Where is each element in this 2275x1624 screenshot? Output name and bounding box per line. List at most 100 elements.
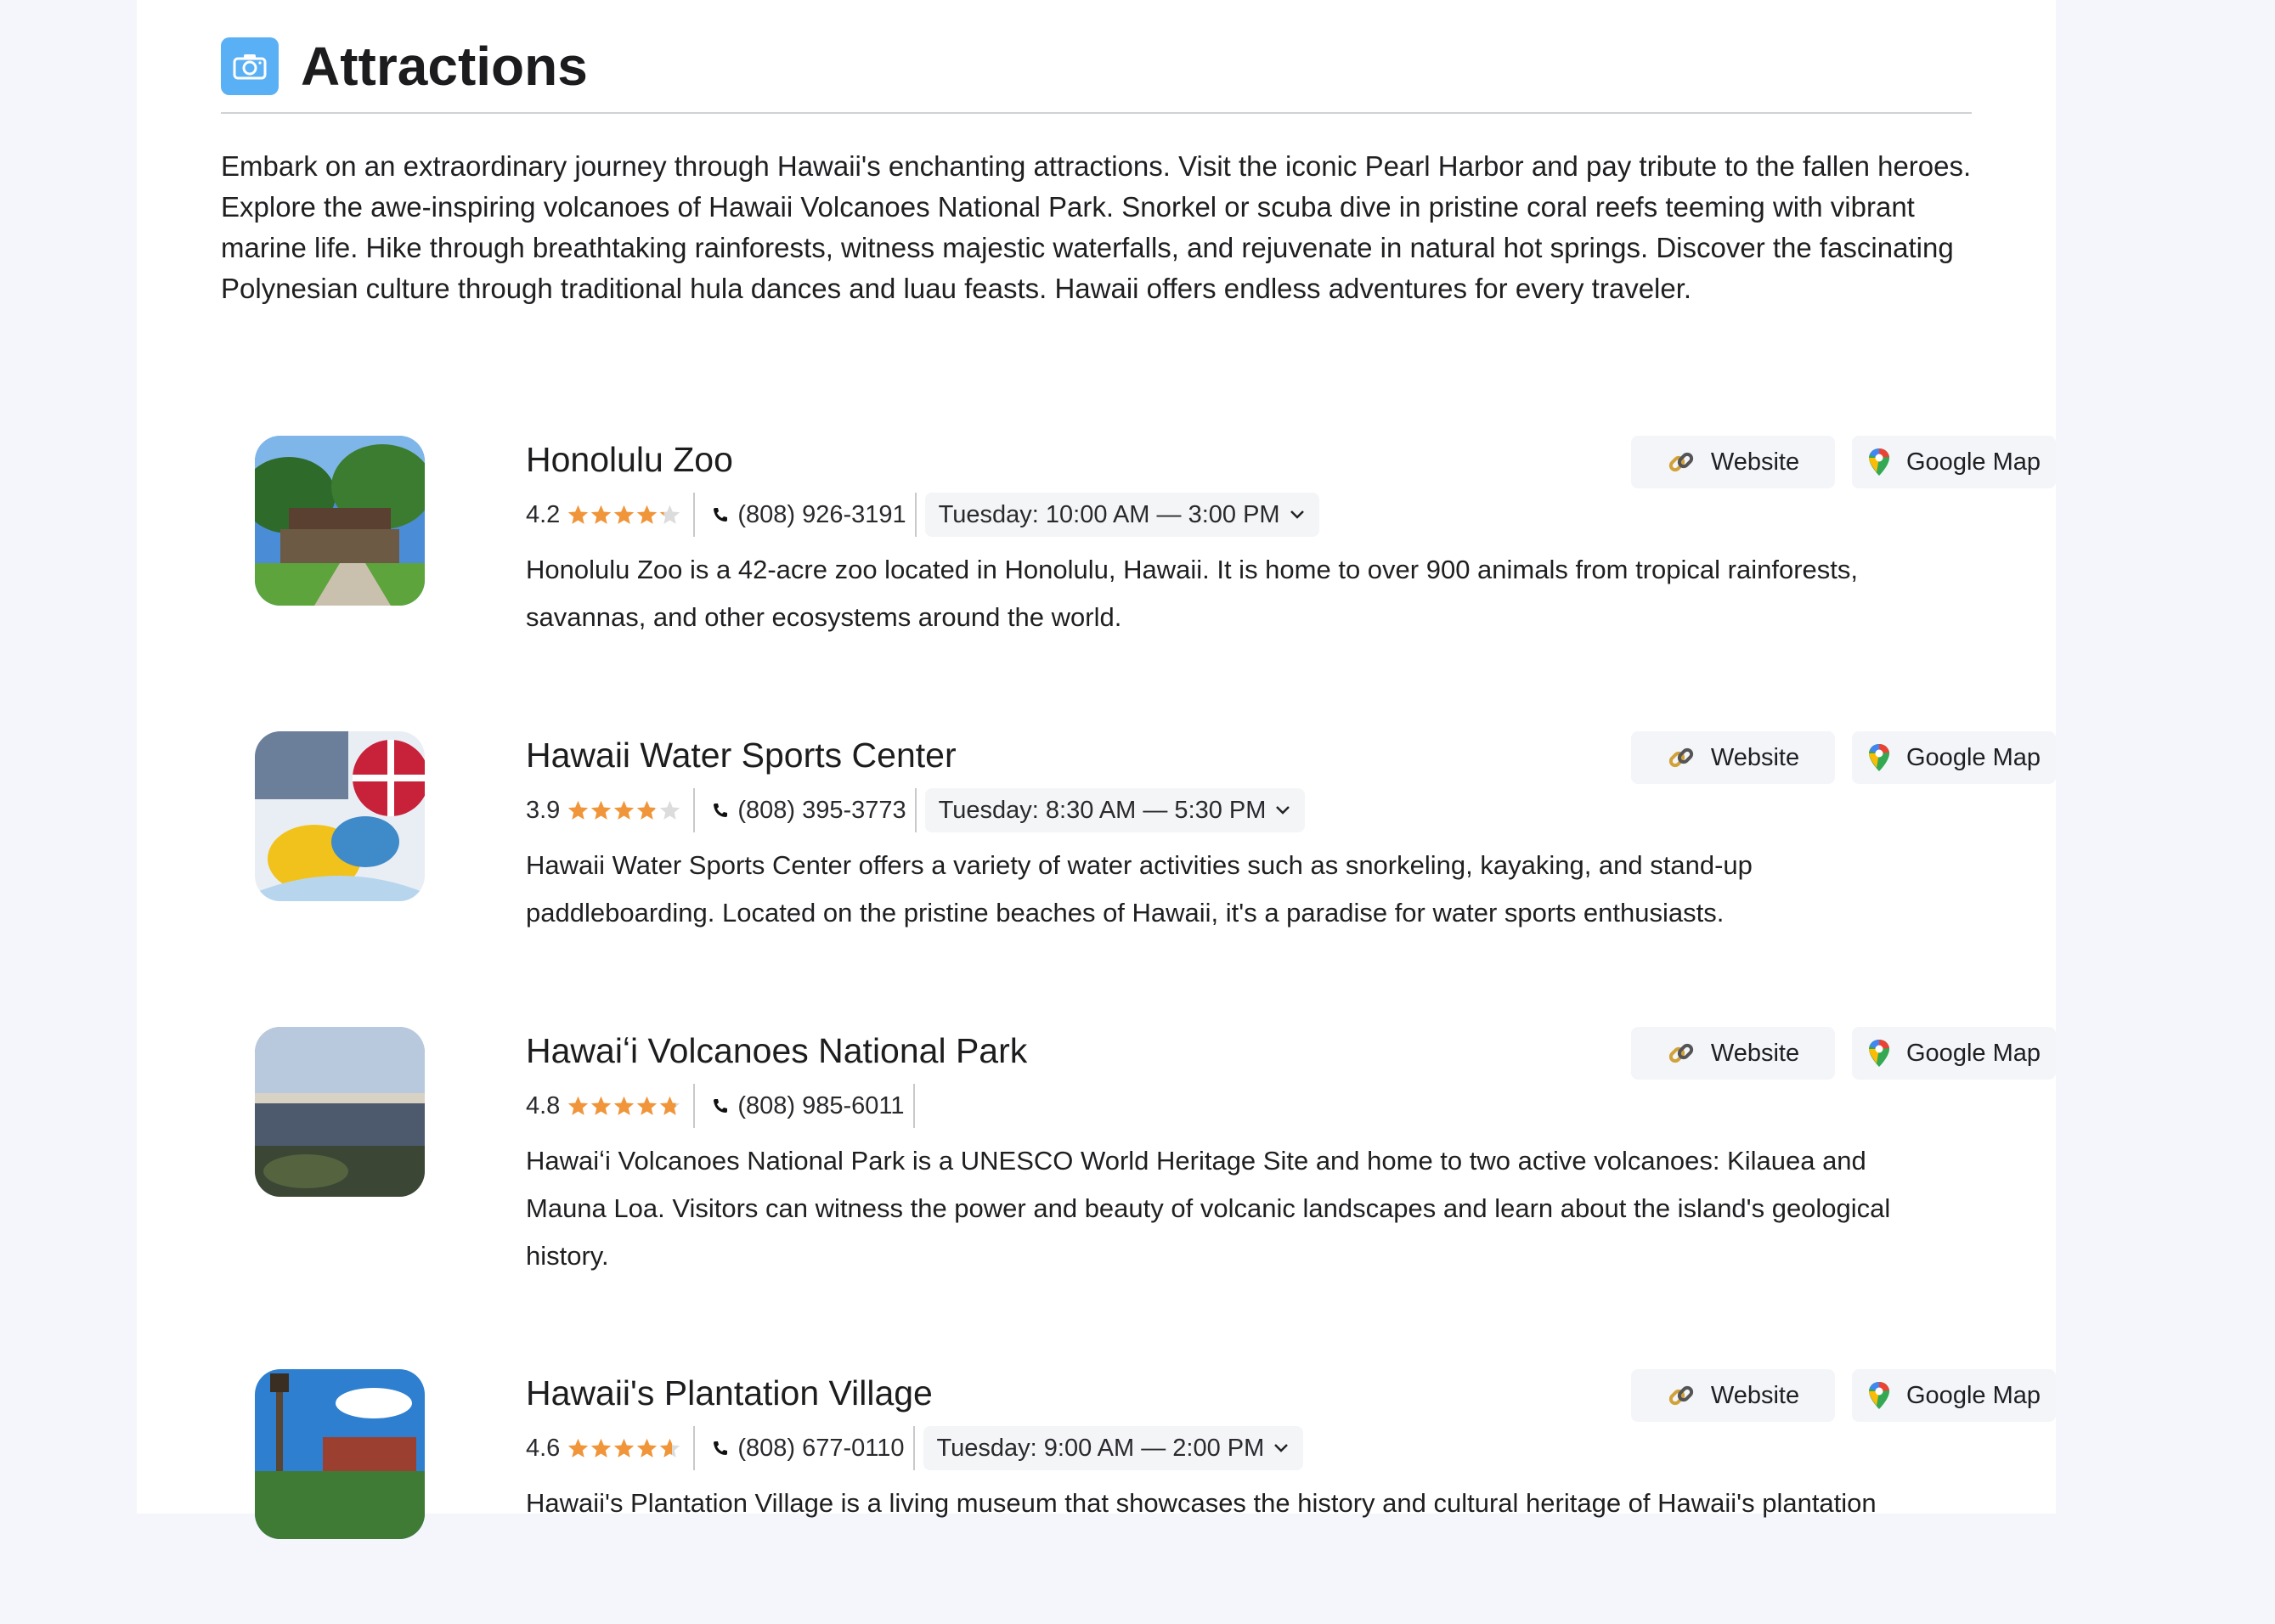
phone-icon bbox=[714, 508, 728, 522]
rating: 4.6 bbox=[526, 1426, 696, 1470]
rating: 4.8 bbox=[526, 1084, 696, 1128]
link-icon bbox=[1668, 452, 1693, 472]
phone[interactable]: (808) 985-6011 bbox=[695, 1084, 915, 1128]
attraction-name[interactable]: Hawaii's Plantation Village bbox=[526, 1369, 933, 1417]
phone-icon bbox=[714, 804, 728, 817]
phone-number: (808) 926-3191 bbox=[737, 500, 906, 528]
website-button[interactable]: Website bbox=[1631, 731, 1835, 784]
hours-text: Tuesday: 8:30 AM — 5:30 PM bbox=[938, 796, 1267, 824]
star-icon bbox=[614, 1096, 635, 1115]
hours-text: Tuesday: 9:00 AM — 2:00 PM bbox=[936, 1434, 1265, 1462]
attraction-card: Hawaii Water Sports Center 3.9 (808) 395… bbox=[255, 731, 2056, 986]
camera-icon bbox=[221, 37, 279, 95]
hours-dropdown[interactable]: Tuesday: 9:00 AM — 2:00 PM bbox=[923, 1426, 1304, 1470]
google-map-button[interactable]: Google Map bbox=[1852, 1027, 2056, 1080]
star-icon bbox=[568, 800, 589, 820]
map-pin-icon bbox=[1869, 744, 1889, 771]
attraction-card: Hawaii's Plantation Village 4.6 (808) 67… bbox=[255, 1369, 2056, 1624]
star-rating bbox=[567, 799, 681, 822]
section-intro: Embark on an extraordinary journey throu… bbox=[221, 150, 1972, 304]
chevron-down-icon bbox=[1290, 510, 1304, 519]
star-icon bbox=[568, 1096, 589, 1115]
website-label: Website bbox=[1710, 743, 1800, 771]
star-icon bbox=[660, 505, 680, 524]
phone[interactable]: (808) 926-3191 bbox=[695, 493, 917, 537]
map-label: Google Map bbox=[1906, 743, 2041, 771]
map-pin-icon bbox=[1869, 1040, 1889, 1067]
star-rating bbox=[567, 1095, 681, 1118]
star-rating bbox=[567, 1437, 681, 1460]
chevron-down-icon bbox=[1274, 1444, 1289, 1452]
google-map-button[interactable]: Google Map bbox=[1852, 731, 2056, 784]
attraction-description: Hawaii Water Sports Center offers a vari… bbox=[526, 850, 1753, 928]
website-button[interactable]: Website bbox=[1631, 436, 1835, 488]
website-label: Website bbox=[1710, 1381, 1800, 1409]
link-icon bbox=[1668, 1043, 1693, 1063]
attraction-card: Honolulu Zoo 4.2 (808) 926-3191 Tuesday:… bbox=[255, 436, 2056, 691]
star-icon bbox=[614, 505, 635, 524]
star-icon bbox=[614, 1438, 635, 1458]
website-button[interactable]: Website bbox=[1631, 1369, 1835, 1422]
hours-dropdown[interactable]: Tuesday: 8:30 AM — 5:30 PM bbox=[924, 788, 1306, 832]
star-icon bbox=[660, 1096, 680, 1115]
phone-number: (808) 395-3773 bbox=[737, 796, 906, 824]
phone-number: (808) 985-6011 bbox=[737, 1091, 905, 1119]
star-icon bbox=[637, 800, 658, 820]
star-icon bbox=[591, 505, 612, 524]
rating-value: 4.2 bbox=[526, 500, 561, 528]
map-pin-icon bbox=[1869, 448, 1889, 476]
chevron-down-icon bbox=[1276, 806, 1290, 815]
star-icon bbox=[591, 800, 612, 820]
website-button[interactable]: Website bbox=[1631, 1027, 1835, 1080]
map-label: Google Map bbox=[1906, 1039, 2041, 1067]
star-icon bbox=[614, 800, 635, 820]
attraction-photo[interactable] bbox=[255, 731, 425, 901]
phone[interactable]: (808) 395-3773 bbox=[695, 788, 917, 832]
google-map-button[interactable]: Google Map bbox=[1852, 1369, 2056, 1422]
star-icon bbox=[568, 505, 589, 524]
star-icon bbox=[591, 1096, 612, 1115]
rating-value: 4.6 bbox=[526, 1434, 561, 1462]
attraction-meta: 3.9 (808) 395-3773 Tuesday: 8:30 AM — 5:… bbox=[526, 786, 1306, 835]
star-rating bbox=[567, 504, 681, 527]
attraction-name[interactable]: Hawaii Water Sports Center bbox=[526, 731, 957, 779]
phone-number: (808) 677-0110 bbox=[737, 1434, 905, 1462]
phone[interactable]: (808) 677-0110 bbox=[695, 1426, 915, 1470]
attractions-panel: Attractions Embark on an extraordinary j… bbox=[137, 0, 2056, 1539]
website-label: Website bbox=[1710, 1039, 1800, 1067]
attraction-photo[interactable] bbox=[255, 1027, 425, 1197]
map-label: Google Map bbox=[1906, 1381, 2041, 1409]
star-icon bbox=[660, 1438, 680, 1458]
section-header: Attractions bbox=[221, 36, 1972, 114]
star-icon bbox=[637, 1096, 658, 1115]
attraction-card: Hawaiʻi Volcanoes National Park 4.8 (808… bbox=[255, 1027, 2056, 1282]
phone-icon bbox=[714, 1441, 728, 1455]
rating: 4.2 bbox=[526, 493, 696, 537]
attraction-description: Hawaii's Plantation Village is a living … bbox=[526, 1488, 1877, 1518]
page-title: Attractions bbox=[301, 36, 588, 97]
rating: 3.9 bbox=[526, 788, 696, 832]
attraction-meta: 4.8 (808) 985-6011 bbox=[526, 1081, 915, 1131]
rating-value: 4.8 bbox=[526, 1091, 561, 1119]
link-icon bbox=[1668, 1385, 1693, 1406]
hours-dropdown[interactable]: Tuesday: 10:00 AM — 3:00 PM bbox=[924, 493, 1319, 537]
attraction-name[interactable]: Hawaiʻi Volcanoes National Park bbox=[526, 1027, 1027, 1074]
star-icon bbox=[637, 505, 658, 524]
rating-value: 3.9 bbox=[526, 796, 561, 824]
hours-text: Tuesday: 10:00 AM — 3:00 PM bbox=[938, 500, 1280, 528]
attraction-meta: 4.2 (808) 926-3191 Tuesday: 10:00 AM — 3… bbox=[526, 490, 1319, 539]
star-icon bbox=[637, 1438, 658, 1458]
attraction-name[interactable]: Honolulu Zoo bbox=[526, 436, 733, 483]
star-icon bbox=[660, 800, 680, 820]
phone-icon bbox=[714, 1099, 728, 1113]
attraction-photo[interactable] bbox=[255, 1369, 425, 1539]
website-label: Website bbox=[1710, 448, 1800, 476]
star-icon bbox=[568, 1438, 589, 1458]
google-map-button[interactable]: Google Map bbox=[1852, 436, 2056, 488]
attraction-description: Hawaiʻi Volcanoes National Park is a UNE… bbox=[526, 1146, 1891, 1271]
attraction-meta: 4.6 (808) 677-0110 Tuesday: 9:00 AM — 2:… bbox=[526, 1424, 1304, 1473]
attraction-photo[interactable] bbox=[255, 436, 425, 606]
star-icon bbox=[591, 1438, 612, 1458]
map-label: Google Map bbox=[1906, 448, 2041, 476]
attraction-description: Honolulu Zoo is a 42-acre zoo located in… bbox=[526, 555, 1858, 632]
